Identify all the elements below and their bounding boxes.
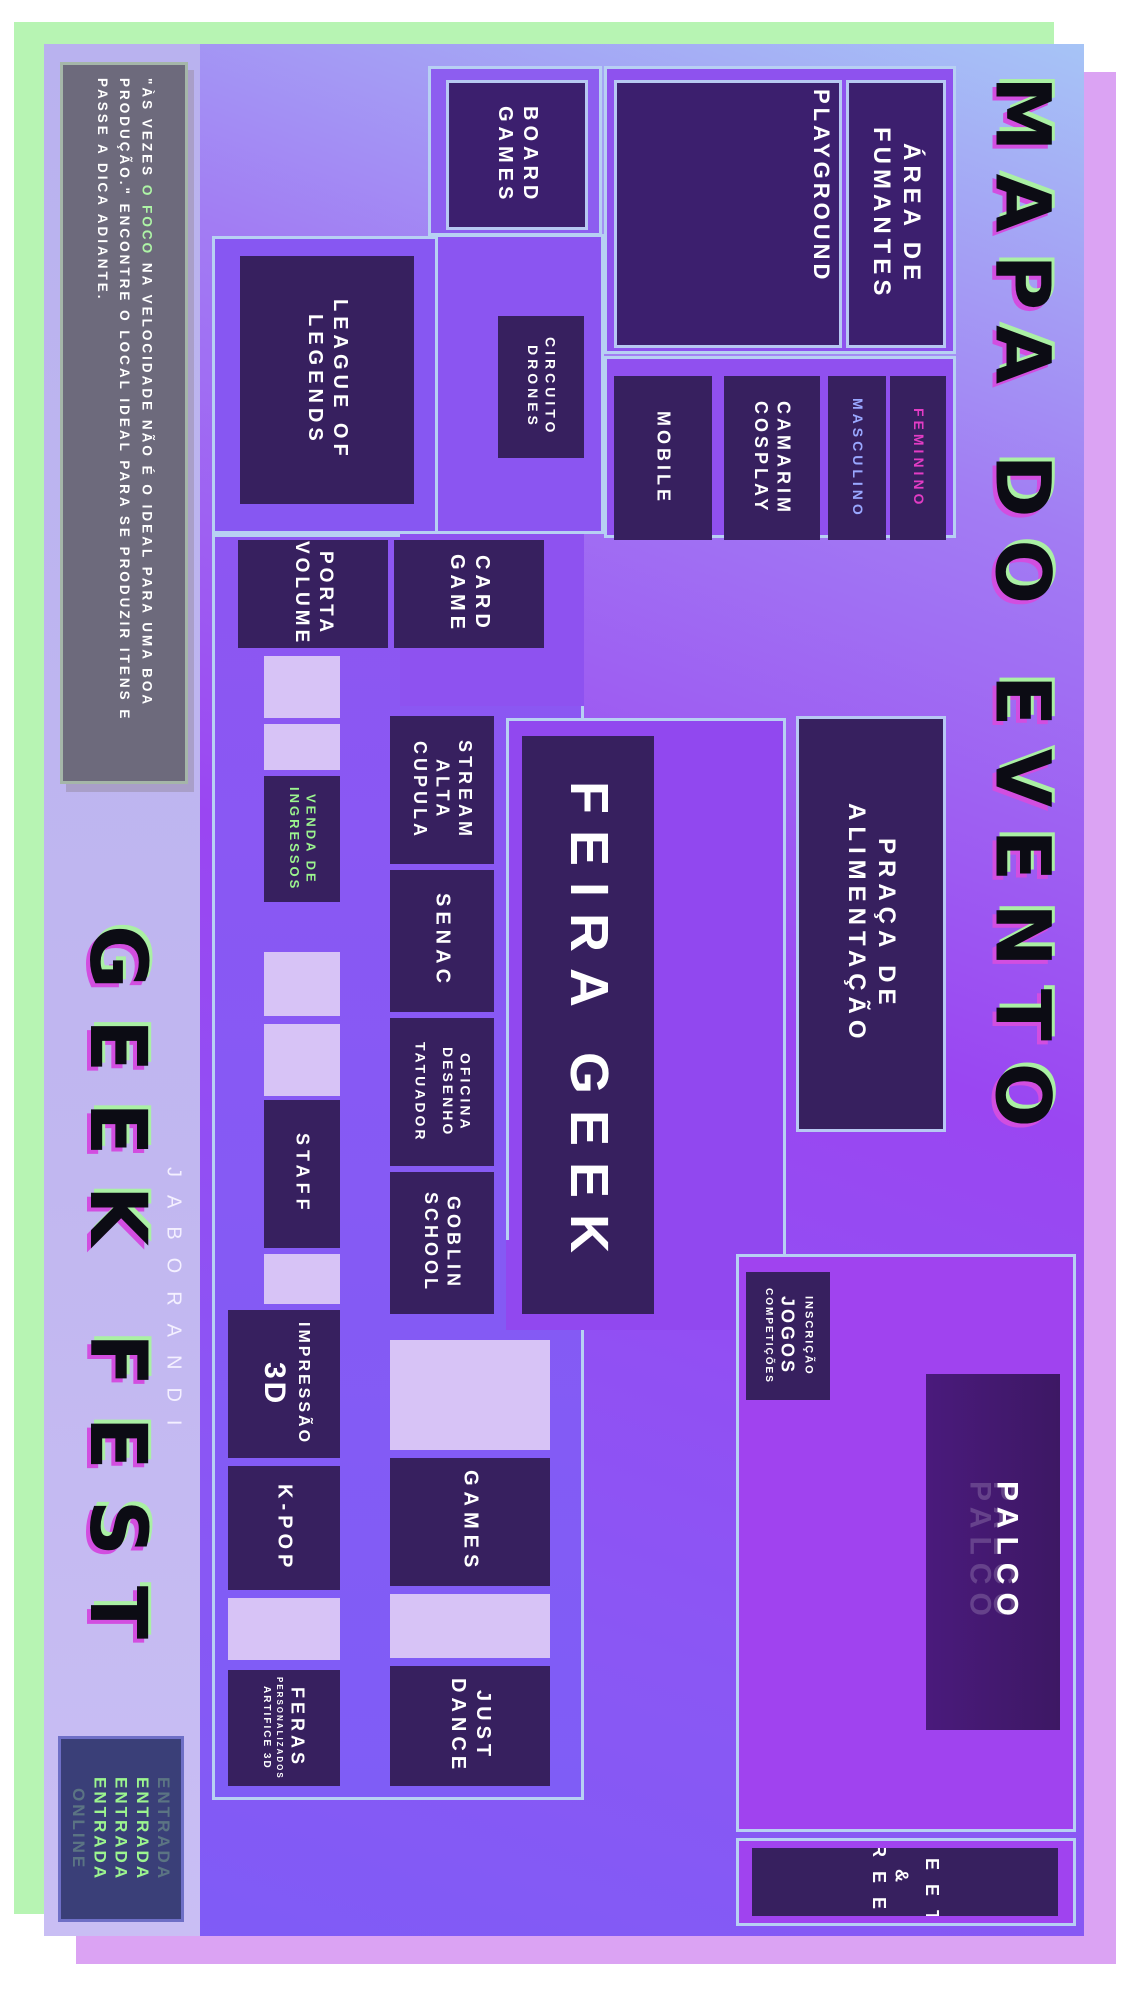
room-camarim-cosplay: CAMARIM COSPLAY (724, 376, 820, 540)
room-masculino-label: MASCULINO (849, 397, 866, 519)
room-playground-label: PLAYGROUND (809, 89, 834, 284)
room-mobile: MOBILE (614, 376, 712, 540)
room-praca-alimentacao: PRAÇA DE ALIMENTAÇÃO (796, 716, 946, 1132)
room-praca-label: PRAÇA DE ALIMENTAÇÃO (843, 803, 900, 1045)
tip-box: "ÀS VEZES O FOCO NA VELOCIDADE NÃO É O I… (60, 62, 188, 784)
meet-label: MEET (921, 1848, 942, 1916)
event-city-wrap: JABORANDI (158, 1125, 188, 1485)
room-palco: PALCO PALCO PALCO (926, 1374, 1060, 1730)
room-staff-label: STAFF (292, 1133, 313, 1215)
room-masculino: MASCULINO (828, 376, 886, 540)
event-city: JABORANDI (162, 1166, 185, 1444)
room-stream-label: STREAM ALTA CUPULA (409, 740, 475, 840)
impressao-top-label: IMPRESSÃO (294, 1322, 312, 1446)
room-board-games: BOARD GAMES (446, 80, 588, 230)
room-porta-volume-label: PORTA VOLUME (291, 541, 336, 647)
entrance-label: ENTRADA (111, 1776, 131, 1882)
room-venda-ingressos: VENDA DE INGRESSOS (264, 776, 340, 902)
room-board-games-label: BOARD GAMES (494, 105, 541, 205)
entrance-label: ENTRADA (90, 1776, 110, 1882)
tip-text-start: "ÀS VEZES (139, 78, 155, 185)
room-feras-label: FERAS (287, 1687, 308, 1769)
room-venda-ingressos-label: VENDA DE INGRESSOS (287, 786, 319, 892)
room-feras-sub1: PERSONALIZADOS (275, 1676, 284, 1780)
empty-slot (264, 1254, 340, 1304)
room-area-fumantes-label: ÁREA DE FUMANTES (868, 127, 925, 301)
empty-slot (264, 724, 340, 770)
room-mobile-label: MOBILE (653, 411, 674, 505)
room-feira-geek-label: FEIRA GEEK (558, 780, 619, 1270)
room-porta-volume: PORTA VOLUME (238, 540, 388, 648)
empty-slot (390, 1594, 550, 1658)
inscricao-mid-label: JOGOS (777, 1296, 798, 1376)
room-card-game: CARD GAME (394, 540, 544, 648)
empty-slot (264, 1024, 340, 1096)
greet-label: & GREET (868, 1848, 912, 1916)
room-league-label: LEAGUE OF LEGENDS (304, 299, 351, 461)
room-meet-greet: MEET & GREET (752, 1848, 1058, 1916)
room-feira-geek: FEIRA GEEK (522, 736, 654, 1314)
room-card-game-label: CARD GAME (446, 554, 493, 634)
room-feras-sub2: ARTIFICE 3D (261, 1686, 272, 1770)
room-kpop-label: K-POP (273, 1483, 296, 1573)
room-just-dance-label: JUST DANCE (447, 1677, 494, 1775)
room-playground: PLAYGROUND (614, 80, 842, 348)
room-circuito-drones-label: CIRCUITO DRONES (525, 337, 559, 437)
room-games: GAMES (390, 1458, 550, 1586)
room-oficina-label: OFICINA DESENHO (439, 1046, 474, 1138)
room-feminino-label: FEMININO (910, 407, 927, 509)
entrance-online: ONLINE (69, 1787, 89, 1871)
map-title: MAPA DO EVENTO (978, 76, 1068, 1150)
impressao-main-label: 3D (257, 1361, 291, 1407)
entrance-ghost: ENTRADA (154, 1776, 174, 1882)
map-title-wrap: MAPA DO EVENTO (968, 76, 1078, 1236)
room-tatuador-label: TATUADOR (412, 1041, 429, 1143)
room-league-of-legends: LEAGUE OF LEGENDS (240, 256, 414, 504)
entrance: ENTRADA ENTRADA ENTRADA ENTRADA ONLINE (58, 1736, 184, 1922)
room-senac-label: SENAC (431, 893, 454, 989)
room-games-label: GAMES (459, 1470, 482, 1574)
room-staff: STAFF (264, 1100, 340, 1248)
room-kpop: K-POP (228, 1466, 340, 1590)
tip-text: "ÀS VEZES O FOCO NA VELOCIDADE NÃO É O I… (91, 78, 158, 768)
inscricao-top-label: INSCRIÇÃO (802, 1296, 815, 1376)
room-camarim-label: CAMARIM COSPLAY (751, 400, 794, 516)
inscricao-bottom-label: COMPETIÇÕES (763, 1288, 775, 1384)
room-feras: FERAS PERSONALIZADOS ARTIFICE 3D (228, 1670, 340, 1786)
room-impressao-3d: IMPRESSÃO 3D (228, 1310, 340, 1458)
room-oficina-tatuador: TATUADOR OFICINA DESENHO (390, 1018, 494, 1166)
empty-slot (264, 656, 340, 718)
room-just-dance: JUST DANCE (390, 1666, 550, 1786)
empty-slot (390, 1340, 550, 1450)
room-stream-alta-cupula: STREAM ALTA CUPULA (390, 716, 494, 864)
room-feminino: FEMININO (890, 376, 946, 540)
room-goblin-school: GOBLIN SCHOOL (390, 1172, 494, 1314)
room-goblin-label: GOBLIN SCHOOL (421, 1192, 464, 1294)
room-circuito-drones: CIRCUITO DRONES (498, 316, 584, 458)
room-senac: SENAC (390, 870, 494, 1012)
tip-text-highlight: O FOCO (139, 184, 155, 257)
room-inscricao-jogos: INSCRIÇÃO JOGOS COMPETIÇÕES (746, 1272, 830, 1400)
empty-slot (228, 1598, 340, 1660)
room-palco-label: PALCO (990, 1480, 1024, 1624)
empty-slot (264, 952, 340, 1016)
entrance-label: ENTRADA (132, 1776, 152, 1882)
room-area-fumantes: ÁREA DE FUMANTES (846, 80, 946, 348)
